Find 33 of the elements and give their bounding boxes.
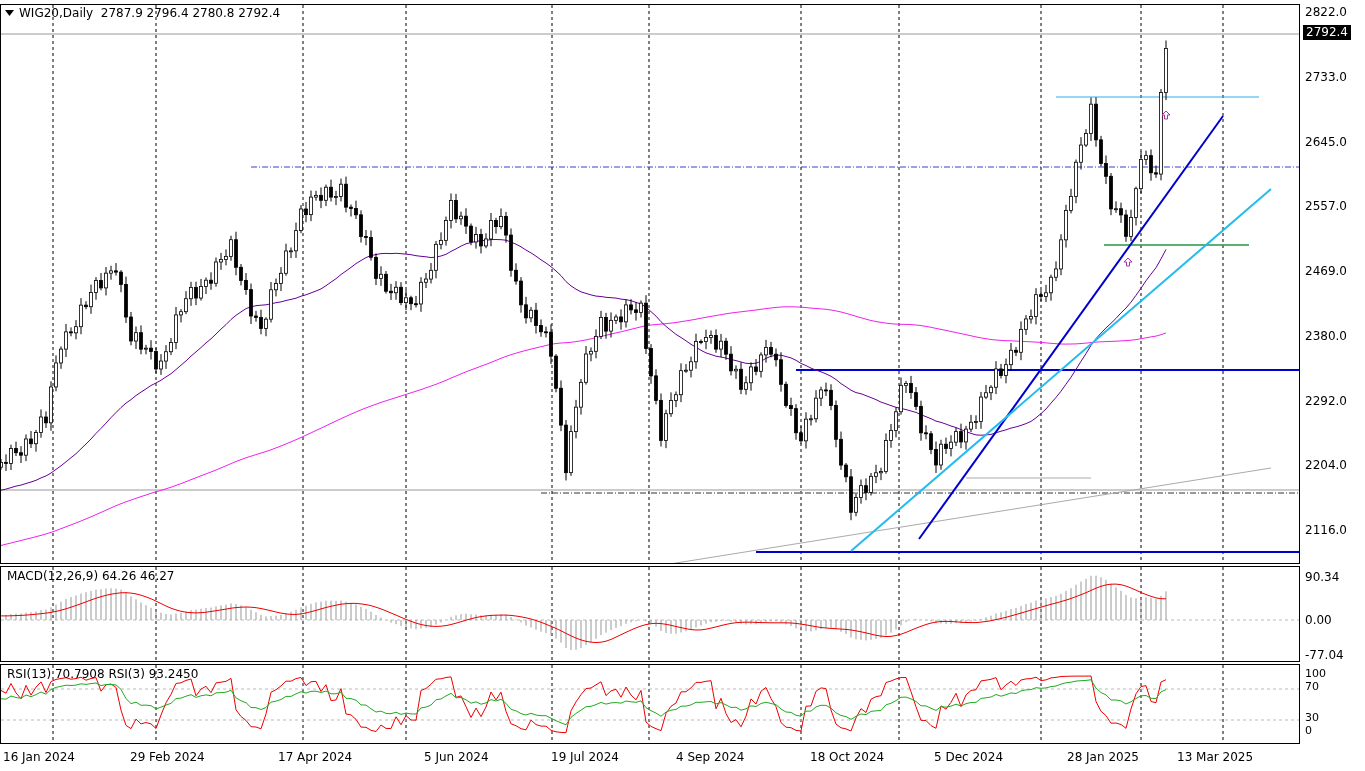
macd-axis-label: 90.34: [1305, 570, 1340, 584]
price-axis-label: 2822.0: [1305, 5, 1347, 19]
up-arrow-icon: [1161, 110, 1171, 120]
price-axis-label: 2733.0: [1305, 69, 1347, 84]
time-axis-label: 28 Jan 2025: [1067, 750, 1139, 764]
chart-title: WIG20,Daily 2787.9 2796.4 2780.8 2792.4: [19, 6, 281, 20]
dropdown-triangle-icon[interactable]: [5, 10, 14, 16]
time-axis-label: 5 Jun 2024: [424, 750, 489, 764]
time-axis-label: 5 Dec 2024: [934, 750, 1004, 764]
time-axis-label: 18 Oct 2024: [810, 750, 885, 764]
macd-axis-label: 0.00: [1305, 613, 1332, 627]
price-axis-label: 2469.0: [1305, 264, 1347, 278]
time-axis-label: 16 Jan 2024: [3, 750, 75, 764]
rsi-axis-label: 100: [1305, 668, 1326, 680]
rsi-axis-label: 30: [1305, 712, 1319, 724]
rsi-label: RSI(13) 70.7908 RSI(3) 93.2450: [7, 667, 199, 681]
time-axis-label: 13 Mar 2025: [1177, 750, 1254, 764]
time-axis-label: 17 Apr 2024: [278, 750, 353, 764]
rsi-axis-label: 70: [1305, 681, 1319, 693]
time-axis-label: 4 Sep 2024: [676, 750, 745, 764]
price-axis-label: 2645.0: [1305, 134, 1347, 149]
price-axis-label: 2204.0: [1305, 458, 1347, 473]
price-axis-label: 2557.0: [1305, 199, 1347, 214]
macd-label: MACD(12,26,9) 64.26 46.27: [7, 569, 175, 583]
rsi-axis-label: 0: [1305, 725, 1312, 737]
price-axis-label: 2116.0: [1305, 523, 1347, 537]
macd-axis-label: -77.04: [1305, 648, 1344, 662]
price-axis-label: 2380.0: [1305, 328, 1347, 343]
time-axis-label: 19 Jul 2024: [551, 750, 619, 764]
up-arrow-icon: [1123, 257, 1133, 267]
current-price-tag: 2792.4: [1303, 25, 1351, 40]
time-axis-label: 29 Feb 2024: [130, 750, 205, 764]
price-axis-label: 2292.0: [1305, 393, 1347, 408]
